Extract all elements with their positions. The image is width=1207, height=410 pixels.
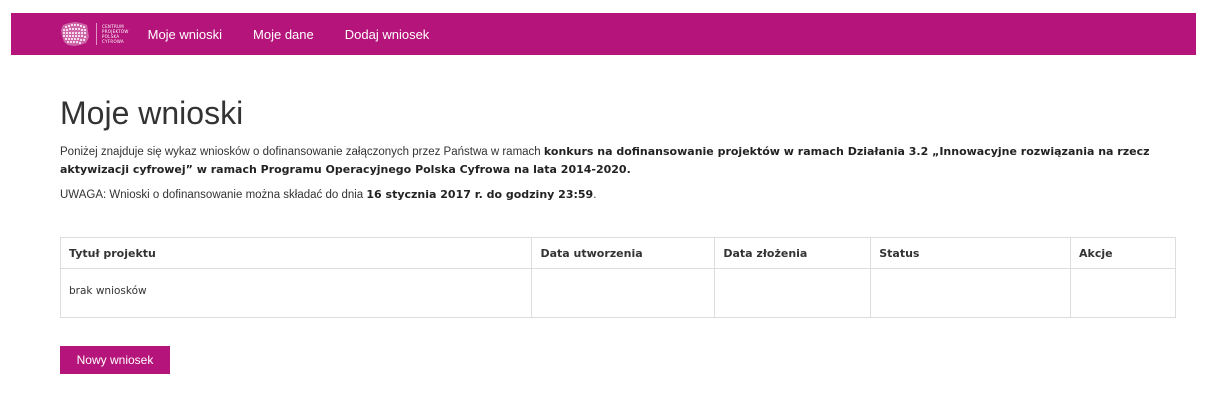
nav-links: Moje wnioski Moje dane Dodaj wniosek xyxy=(148,27,461,42)
table-cell xyxy=(714,268,872,318)
applications-table: Tytuł projektu Data utworzenia Data złoż… xyxy=(59,237,1176,318)
table-cell xyxy=(531,268,716,318)
column-header-title: Tytuł projektu xyxy=(59,237,533,269)
table-row: brak wniosków xyxy=(59,268,1176,318)
note-end: . xyxy=(593,189,597,201)
table-cell xyxy=(1070,268,1176,318)
new-application-button[interactable]: Nowy wniosek xyxy=(60,346,170,374)
nav-link-add-application[interactable]: Dodaj wniosek xyxy=(345,27,430,42)
intro-plain: Poniżej znajduje się wykaz wniosków o do… xyxy=(60,146,544,158)
logo-line: CYFROWA xyxy=(102,39,124,44)
note-plain: UWAGA: Wnioski o dofinansowanie można sk… xyxy=(60,189,367,201)
column-header-status: Status xyxy=(870,237,1072,269)
column-header-created: Data utworzenia xyxy=(531,237,716,269)
column-header-actions: Akcje xyxy=(1070,237,1176,269)
note-deadline: 16 stycznia 2017 r. do godziny 23:59 xyxy=(366,188,594,201)
table-cell xyxy=(870,268,1072,318)
nav-link-my-applications[interactable]: Moje wnioski xyxy=(148,27,222,42)
poland-map-icon xyxy=(61,22,89,46)
logo[interactable]: CENTRUM PROJEKTÓW POLSKA CYFROWA xyxy=(60,13,129,55)
intro-text: Poniżej znajduje się wykaz wniosków o do… xyxy=(60,143,1176,179)
logo-divider xyxy=(96,23,97,45)
column-header-submitted: Data złożenia xyxy=(714,237,872,269)
nav-link-my-data[interactable]: Moje dane xyxy=(253,27,314,42)
deadline-note: UWAGA: Wnioski o dofinansowanie można sk… xyxy=(60,188,596,202)
logo-text: CENTRUM PROJEKTÓW POLSKA CYFROWA xyxy=(102,24,129,44)
top-navbar: CENTRUM PROJEKTÓW POLSKA CYFROWA Moje wn… xyxy=(11,13,1196,55)
table-header-row: Tytuł projektu Data utworzenia Data złoż… xyxy=(59,237,1176,269)
empty-table-message: brak wniosków xyxy=(59,268,533,318)
page-title: Moje wnioski xyxy=(60,95,244,131)
